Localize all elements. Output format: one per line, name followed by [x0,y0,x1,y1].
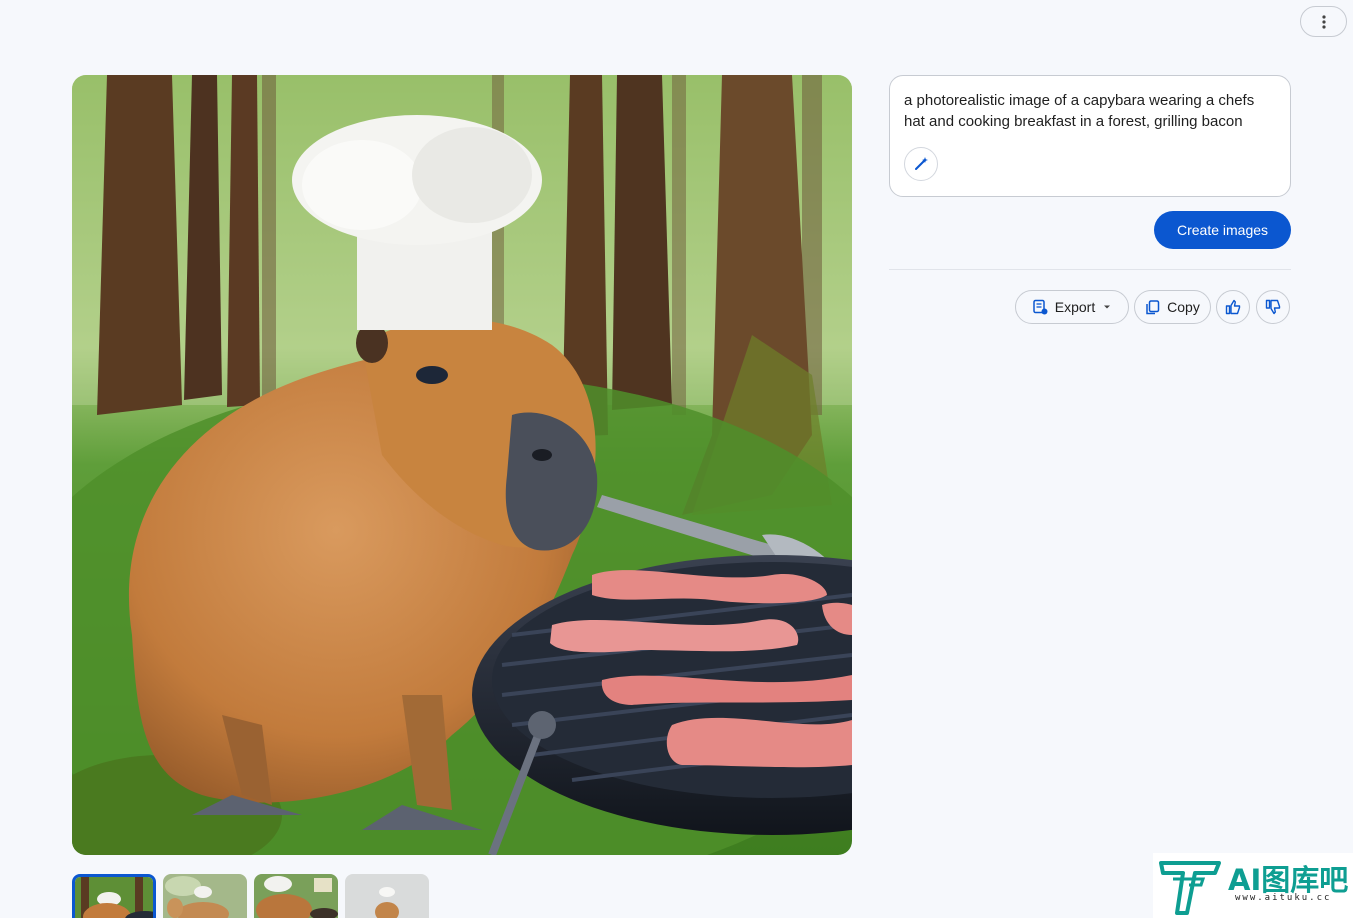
prompt-card[interactable]: a photorealistic image of a capybara wea… [889,75,1291,197]
thumbnail-4[interactable] [345,874,429,918]
thumb-up-icon [1225,299,1241,315]
generated-image[interactable] [72,75,852,855]
thumbnail-3[interactable] [254,874,338,918]
copy-icon [1146,299,1160,314]
more-vert-icon [1321,14,1326,29]
thumbnail-2[interactable] [163,874,247,918]
prompt-text[interactable]: a photorealistic image of a capybara wea… [904,90,1276,132]
copy-label: Copy [1167,299,1200,315]
more-options-button[interactable] [1300,6,1347,37]
export-label: Export [1054,299,1096,315]
enhance-prompt-button[interactable] [904,147,938,181]
watermark: AI图库吧 www.aituku.cc [1153,853,1353,918]
caret-down-icon [1104,305,1111,309]
divider [889,269,1291,270]
watermark-url: www.aituku.cc [1235,893,1332,903]
thumb-down-icon [1265,299,1281,315]
magic-wand-icon [915,157,928,170]
watermark-logo [1159,861,1221,915]
create-images-button[interactable]: Create images [1154,211,1291,249]
capybara-chef-image [72,75,852,855]
export-sheet-icon [1033,299,1048,315]
thumbnail-1[interactable] [72,874,156,918]
